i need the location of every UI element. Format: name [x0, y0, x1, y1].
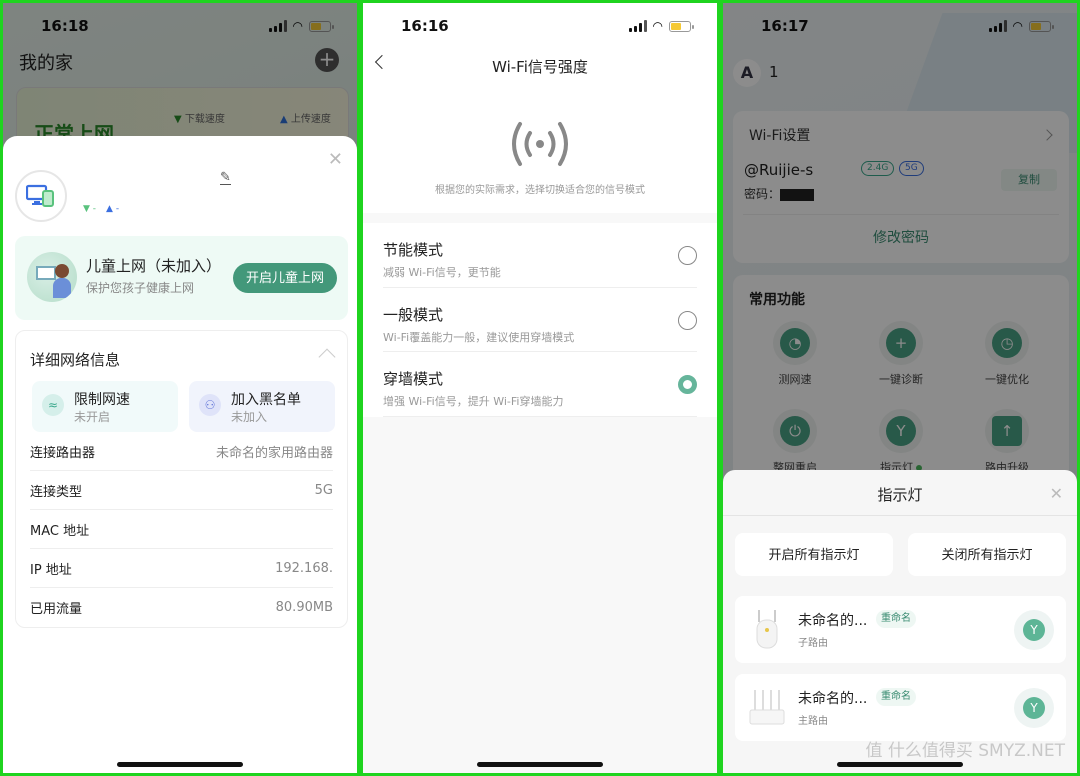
mode-radio[interactable]	[678, 246, 697, 265]
mode-subtitle: Wi-Fi覆盖能力一般，建议使用穿墙模式	[383, 330, 575, 344]
turn-on-all-lights-button[interactable]: 开启所有指示灯	[735, 533, 893, 576]
wifi-icon: ≈	[42, 394, 64, 416]
mode-radio-selected[interactable]	[678, 375, 697, 394]
device-detail-sheet: ✕ ✎ ▼ - ▲ - 儿童上网（未加入） 保护您孩子健康上网 开启儿童上网 详细…	[3, 136, 357, 773]
rename-button[interactable]: 重命名	[876, 610, 916, 628]
info-row-mac: MAC 地址	[30, 510, 333, 549]
limit-speed-button[interactable]: ≈ 限制网速 未开启	[32, 381, 178, 432]
blacklist-label: 加入黑名单	[231, 392, 301, 408]
mesh-extender-image	[756, 610, 778, 649]
blacklist-status: 未加入	[231, 410, 268, 424]
signal-mode-list: 节能模式 减弱 Wi-Fi信号，更节能 一般模式 Wi-Fi覆盖能力一般，建议使…	[363, 223, 717, 417]
close-icon[interactable]: ✕	[1050, 484, 1063, 503]
info-row-ip: IP 地址 192.168.	[30, 549, 333, 588]
signal-description: 根据您的实际需求，选择切换适合您的信号模式	[435, 185, 645, 196]
info-row-traffic: 已用流量 80.90MB	[30, 600, 333, 617]
status-time: 16:16	[401, 17, 449, 35]
kids-mode-subtitle: 保护您孩子健康上网	[86, 281, 195, 295]
broadcast-signal-icon	[512, 122, 568, 166]
enable-kids-mode-button[interactable]: 开启儿童上网	[233, 263, 337, 293]
status-bar: 16:16 ◠	[363, 3, 717, 49]
network-info-list: 连接路由器 未命名的家用路由器 连接类型 5G MAC 地址 IP 地址 192.16…	[30, 432, 333, 627]
turn-off-all-lights-button[interactable]: 关闭所有指示灯	[908, 533, 1066, 576]
limit-speed-status: 未开启	[74, 410, 111, 424]
kids-illustration	[27, 252, 77, 302]
kids-mode-title: 儿童上网（未加入）	[86, 257, 222, 275]
home-indicator[interactable]	[477, 762, 603, 767]
wifi-signal-strength-screen: 16:16 ◠ Wi-Fi信号强度 根据您的实际需求，选择切换适合您的信号模式 …	[363, 3, 717, 773]
main-router-image	[749, 690, 785, 725]
pencil-icon[interactable]: ✎	[220, 171, 231, 185]
device-type: 主路由	[798, 716, 828, 727]
cellular-signal-icon	[628, 20, 647, 32]
mode-title: 一般模式	[383, 305, 444, 324]
close-icon[interactable]: ✕	[328, 149, 343, 170]
kids-mode-banner: 儿童上网（未加入） 保护您孩子健康上网 开启儿童上网	[15, 236, 348, 320]
home-indicator[interactable]	[117, 762, 243, 767]
page-title: Wi-Fi信号强度	[492, 58, 588, 76]
device-card-sub-router: 未命名的... 重命名 子路由 Y	[735, 596, 1066, 663]
devices-icon	[15, 170, 67, 222]
router-home-screen: 16:17 ◠ A 1 Wi-Fi设置 @Ruijie-s 2.4G 5G 密码…	[723, 3, 1077, 773]
blacklist-button[interactable]: ⚇ 加入黑名单 未加入	[189, 381, 335, 432]
info-row-connection-type: 连接类型 5G	[30, 471, 333, 510]
battery-icon	[669, 20, 694, 32]
device-type: 子路由	[798, 638, 828, 649]
mode-wall-penetration[interactable]: 穿墙模式 增强 Wi-Fi信号，提升 Wi-Fi穿墙能力	[383, 352, 697, 417]
network-detail-card: 详细网络信息 ≈ 限制网速 未开启 ⚇ 加入黑名单 未加入 连接路由器 未命名的家…	[15, 330, 348, 628]
mode-title: 节能模式	[383, 241, 444, 259]
mode-power-saving[interactable]: 节能模式 减弱 Wi-Fi信号，更节能	[383, 223, 697, 288]
mode-radio[interactable]	[678, 310, 697, 330]
mode-title: 穿墙模式	[383, 370, 444, 388]
bulb-icon: Y	[1023, 697, 1045, 719]
chevron-up-icon[interactable]	[318, 348, 336, 366]
user-block-icon: ⚇	[199, 394, 221, 416]
network-detail-title: 详细网络信息	[30, 351, 121, 369]
device-card-main-router: 未命名的... 重命名 主路由 Y	[735, 674, 1066, 741]
mode-subtitle: 增强 Wi-Fi信号，提升 Wi-Fi穿墙能力	[383, 395, 564, 408]
device-name: 未命名的...	[798, 691, 868, 707]
watermark: 值 什么值得买 SMYZ.NET	[865, 741, 1065, 761]
wifi-status-icon: ◠	[652, 19, 663, 33]
device-name: 未命名的...	[798, 613, 868, 629]
mode-normal[interactable]: 一般模式 Wi-Fi覆盖能力一般，建议使用穿墙模式	[383, 288, 697, 352]
home-indicator[interactable]	[837, 762, 963, 767]
divider	[723, 515, 1077, 516]
device-speed: ▼ - ▲ -	[83, 204, 120, 214]
light-toggle-button[interactable]: Y	[1014, 610, 1054, 650]
light-toggle-button[interactable]: Y	[1014, 688, 1054, 728]
rename-button[interactable]: 重命名	[876, 688, 916, 706]
info-row-router: 连接路由器 未命名的家用路由器	[30, 432, 333, 471]
limit-speed-label: 限制网速	[74, 392, 130, 408]
sheet-title: 指示灯	[877, 486, 923, 504]
device-detail-screen: 16:18 ◠ 我的家 + 正常上网 ▼ 下载速度 ▲ 上传速度 ✕ ✎ ▼ -…	[3, 3, 357, 773]
indicator-light-sheet: 指示灯 ✕ 开启所有指示灯 关闭所有指示灯 未命名的... 重命名 子路由 Y …	[723, 470, 1077, 773]
bulb-icon: Y	[1023, 619, 1045, 641]
mode-subtitle: 减弱 Wi-Fi信号，更节能	[383, 266, 501, 279]
